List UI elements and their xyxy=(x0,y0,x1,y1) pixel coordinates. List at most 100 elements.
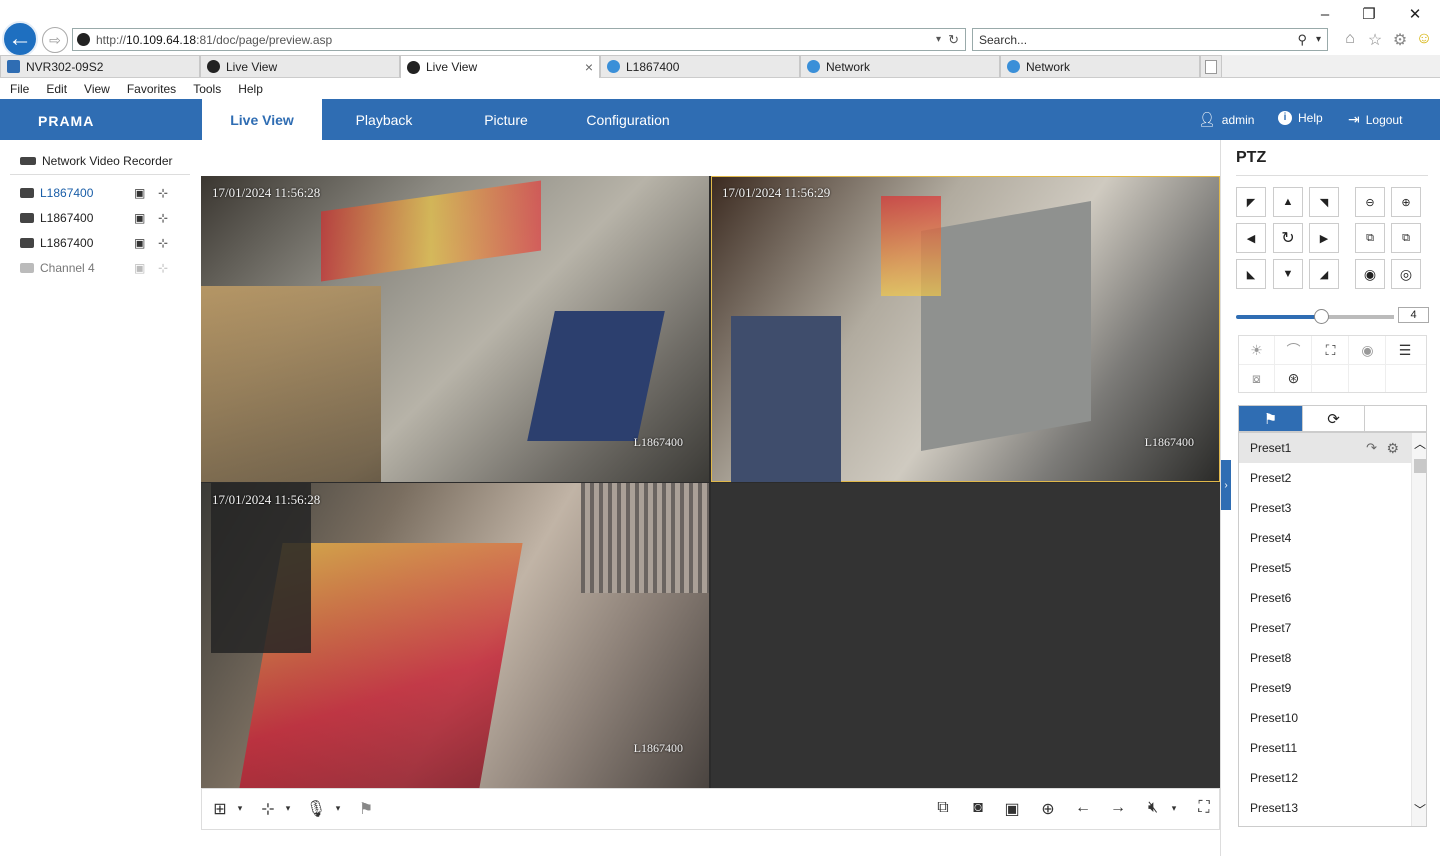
list-item[interactable]: Preset9 xyxy=(1239,673,1411,703)
search-icon[interactable]: ⚲ xyxy=(1297,32,1307,48)
chevron-down-icon[interactable]: ▾ xyxy=(228,803,252,814)
ptz-down-right-button[interactable]: ◢ xyxy=(1309,259,1339,289)
browser-tab[interactable]: L1867400 xyxy=(600,55,800,77)
channel-item[interactable]: L1867400 ▣ ⊹ xyxy=(20,207,180,229)
next-page-icon[interactable]: → xyxy=(1106,799,1130,817)
microphone-icon[interactable]: 🎙︎ xyxy=(304,799,328,819)
dropdown-arrow-icon[interactable]: ▾ xyxy=(936,34,941,45)
browser-tab-active[interactable]: Live View × xyxy=(400,55,600,78)
record-icon[interactable]: ▣ xyxy=(134,211,156,225)
menu-favorites[interactable]: Favorites xyxy=(127,82,176,96)
list-item[interactable]: Preset2 xyxy=(1239,463,1411,493)
preset-scrollbar[interactable]: ︿ ﹀ xyxy=(1411,433,1426,826)
call-preset-icon[interactable]: ↷ xyxy=(1366,440,1377,456)
more-menu-icon[interactable]: ☰ xyxy=(1387,336,1423,364)
browser-tab[interactable]: Network xyxy=(800,55,1000,77)
ptz-icon[interactable]: ⊹ xyxy=(158,236,180,250)
slider-handle[interactable] xyxy=(1314,309,1329,324)
ptz-down-left-button[interactable]: ◣ xyxy=(1236,259,1266,289)
fullscreen-icon[interactable]: ⛶ xyxy=(1192,799,1216,817)
tab-presets[interactable]: ⚑ xyxy=(1239,406,1302,431)
camera-capture-icon[interactable]: ◙ xyxy=(966,799,990,817)
search-box[interactable]: Search... ⚲ ▾ xyxy=(972,28,1328,51)
forward-button[interactable]: ⇨ xyxy=(42,27,68,53)
scroll-up-icon[interactable]: ︿ xyxy=(1414,435,1426,452)
tab-close-icon[interactable]: × xyxy=(585,59,593,75)
list-item[interactable]: Preset5 xyxy=(1239,553,1411,583)
refresh-icon[interactable]: ↻ xyxy=(948,32,959,48)
record-all-icon[interactable]: ▣ xyxy=(1000,799,1024,819)
focus-near-button[interactable]: ⧉ xyxy=(1355,223,1385,253)
ptz-auto-scan-button[interactable]: ↻ xyxy=(1273,223,1303,253)
3d-positioning-icon[interactable]: ⊛ xyxy=(1276,364,1312,392)
auto-focus-icon[interactable]: ⛶ xyxy=(1313,336,1349,364)
ptz-down-button[interactable]: ▼ xyxy=(1273,259,1303,289)
wiper-icon[interactable]: ⌒ xyxy=(1276,336,1312,364)
tab-configuration[interactable]: Configuration xyxy=(568,99,688,140)
tab-picture[interactable]: Picture xyxy=(446,99,566,140)
tab-patrol[interactable]: ⟳ xyxy=(1302,406,1365,431)
channel-item[interactable]: L1867400 ▣ ⊹ xyxy=(20,182,180,204)
ptz-speed-slider[interactable] xyxy=(1236,309,1394,324)
ptz-right-button[interactable]: ▶ xyxy=(1309,223,1339,253)
stop-all-icon[interactable]: ⧉ xyxy=(931,799,955,817)
browser-tab[interactable]: Live View xyxy=(200,55,400,77)
video-pane-2[interactable]: 17/01/2024 11:56:29 L1867400 xyxy=(711,176,1220,482)
nvr-node[interactable]: Network Video Recorder xyxy=(20,154,173,168)
ptz-up-right-button[interactable]: ◥ xyxy=(1309,187,1339,217)
zoom-out-button[interactable]: ⊖ xyxy=(1355,187,1385,217)
user-menu[interactable]: 👤︎ admin xyxy=(1198,111,1254,128)
record-icon[interactable]: ▣ xyxy=(134,236,156,250)
list-item[interactable]: Preset1 ↷ ⚙ xyxy=(1239,433,1411,463)
list-item[interactable]: Preset4 xyxy=(1239,523,1411,553)
list-item[interactable]: Preset8 xyxy=(1239,643,1411,673)
chevron-down-icon[interactable]: ▾ xyxy=(276,803,300,814)
channel-item[interactable]: L1867400 ▣ ⊹ xyxy=(20,232,180,254)
ptz-up-left-button[interactable]: ◤ xyxy=(1236,187,1266,217)
menu-view[interactable]: View xyxy=(84,82,110,96)
menu-tools[interactable]: Tools xyxy=(193,82,221,96)
list-item[interactable]: Preset11 xyxy=(1239,733,1411,763)
home-icon[interactable]: ⌂ xyxy=(1340,30,1360,50)
restore-button[interactable]: ❐ xyxy=(1354,4,1384,24)
menu-help[interactable]: Help xyxy=(238,82,263,96)
video-pane-1[interactable]: 17/01/2024 11:56:28 L1867400 xyxy=(201,176,709,482)
ptz-icon[interactable]: ⊹ xyxy=(158,186,180,200)
smiley-icon[interactable]: ☺ xyxy=(1414,30,1434,50)
ptz-icon[interactable]: ⊹ xyxy=(158,211,180,225)
list-item[interactable]: Preset6 xyxy=(1239,583,1411,613)
list-item[interactable]: Preset3 xyxy=(1239,493,1411,523)
scrollbar-thumb[interactable] xyxy=(1414,459,1426,473)
focus-far-button[interactable]: ⧉ xyxy=(1391,223,1421,253)
iris-open-button[interactable]: ◉ xyxy=(1355,259,1385,289)
favorites-star-icon[interactable]: ☆ xyxy=(1365,30,1385,50)
zoom-in-icon[interactable]: ⊕ xyxy=(1036,799,1060,819)
light-icon[interactable]: ☀ xyxy=(1239,336,1275,364)
list-item[interactable]: Preset7 xyxy=(1239,613,1411,643)
scroll-down-icon[interactable]: ﹀ xyxy=(1414,801,1426,818)
menu-edit[interactable]: Edit xyxy=(46,82,67,96)
menu-file[interactable]: File xyxy=(10,82,29,96)
iris-close-button[interactable]: ◎ xyxy=(1391,259,1421,289)
ptz-left-button[interactable]: ◀ xyxy=(1236,223,1266,253)
list-item[interactable]: Preset12 xyxy=(1239,763,1411,793)
chevron-down-icon[interactable]: ▾ xyxy=(1316,34,1321,45)
previous-page-icon[interactable]: ← xyxy=(1071,799,1095,817)
minimize-button[interactable]: – xyxy=(1310,4,1340,24)
browser-tab[interactable]: NVR302-09S2 xyxy=(0,55,200,77)
list-item[interactable]: Preset10 xyxy=(1239,703,1411,733)
list-item[interactable]: Preset13 xyxy=(1239,793,1411,823)
help-link[interactable]: i Help xyxy=(1278,111,1323,125)
manual-tracking-icon[interactable]: ⧇ xyxy=(1239,364,1275,392)
new-tab-button[interactable] xyxy=(1200,55,1222,77)
chevron-down-icon[interactable]: ▾ xyxy=(326,803,350,814)
video-pane-empty[interactable] xyxy=(711,483,1220,788)
tab-live-view[interactable]: Live View xyxy=(202,99,322,140)
tab-pattern[interactable] xyxy=(1365,406,1428,431)
gear-icon[interactable]: ⚙ xyxy=(1390,30,1410,50)
record-icon[interactable]: ▣ xyxy=(134,186,156,200)
address-bar[interactable]: http://10.109.64.18:81/doc/page/preview.… xyxy=(72,28,966,51)
channel-item-disabled[interactable]: Channel 4 ▣ ⊹ xyxy=(20,257,180,279)
tab-playback[interactable]: Playback xyxy=(324,99,444,140)
intercom-icon[interactable]: ⚑ xyxy=(354,799,378,819)
